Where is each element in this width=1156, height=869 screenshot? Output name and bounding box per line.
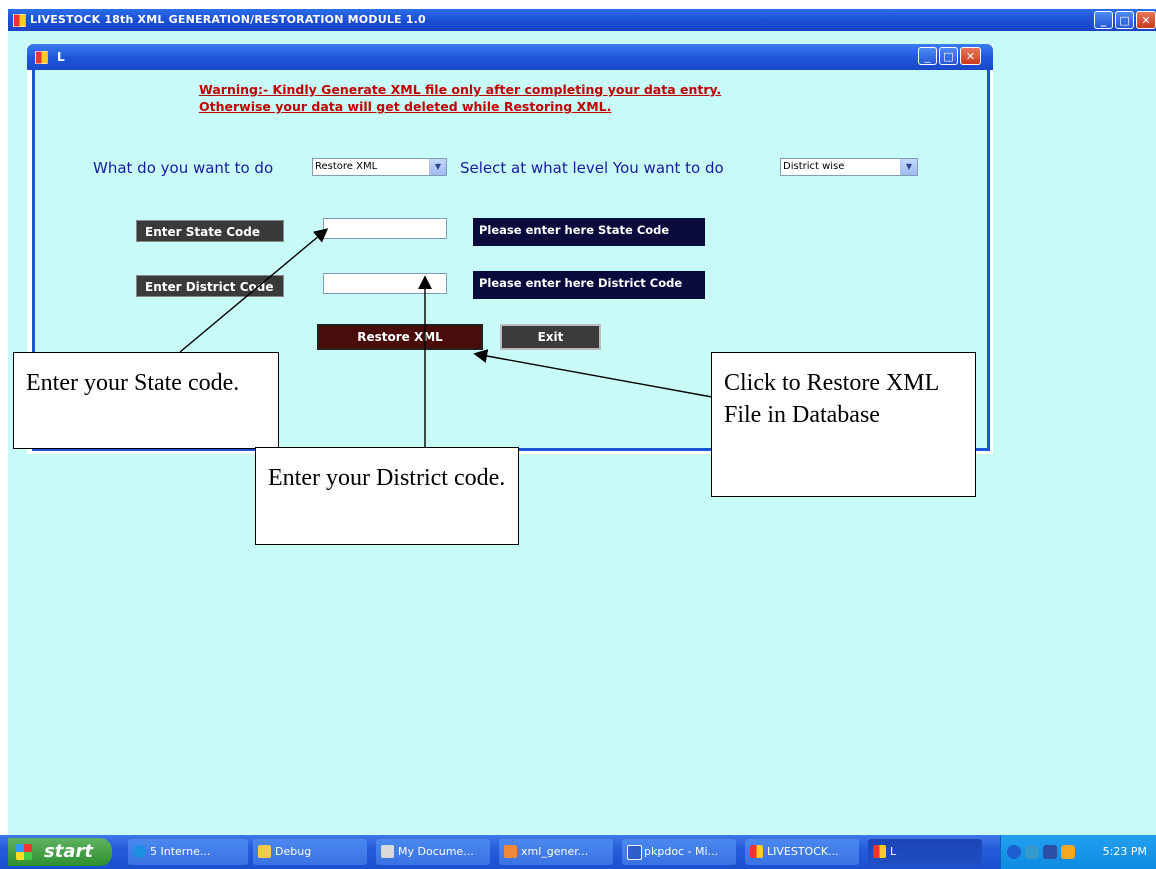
start-label: start (44, 841, 93, 862)
start-button[interactable]: start (8, 838, 112, 866)
district-callout: Enter your District code. (255, 447, 519, 545)
taskbar-item-label: L (890, 845, 897, 858)
app-icon (504, 845, 517, 858)
taskbar-item-label: My Docume... (398, 845, 474, 858)
ie-icon (133, 845, 146, 858)
taskbar-item-debug[interactable]: Debug (253, 839, 367, 865)
taskbar-item-label: 5 Interne... (150, 845, 211, 858)
chevron-left-icon[interactable] (1007, 845, 1021, 859)
network-icon[interactable] (1025, 845, 1039, 859)
update-icon[interactable] (1061, 845, 1075, 859)
audio-icon[interactable] (1043, 845, 1057, 859)
taskbar-item-label: LIVESTOCK... (767, 845, 839, 858)
state-callout: Enter your State code. (13, 352, 279, 449)
taskbar-item-my-documents[interactable]: My Docume... (376, 839, 490, 865)
my-documents-icon (381, 845, 394, 858)
app-icon (750, 845, 763, 858)
taskbar-item-word[interactable]: pkpdoc - Mi... (622, 839, 736, 865)
restore-callout: Click to Restore XML File in Database (711, 352, 976, 497)
state-arrow (179, 228, 329, 353)
taskbar-item-internet[interactable]: 5 Interne... (128, 839, 248, 865)
taskbar-item-label: pkpdoc - Mi... (644, 845, 719, 858)
windows-flag-icon (16, 844, 32, 860)
system-tray: 5:23 PM (1000, 835, 1156, 869)
taskbar-item-label: Debug (275, 845, 312, 858)
clock: 5:23 PM (1102, 845, 1147, 858)
taskbar: start 5 Interne... Debug My Docume... xm… (0, 835, 1156, 869)
restore-arrow (473, 349, 713, 398)
taskbar-item-livestock[interactable]: LIVESTOCK... (745, 839, 859, 865)
taskbar-item-l[interactable]: L (868, 839, 982, 865)
app-icon (873, 845, 886, 858)
folder-icon (258, 845, 271, 858)
taskbar-item-xml-generator[interactable]: xml_gener... (499, 839, 613, 865)
word-icon (627, 845, 642, 860)
taskbar-item-label: xml_gener... (521, 845, 589, 858)
